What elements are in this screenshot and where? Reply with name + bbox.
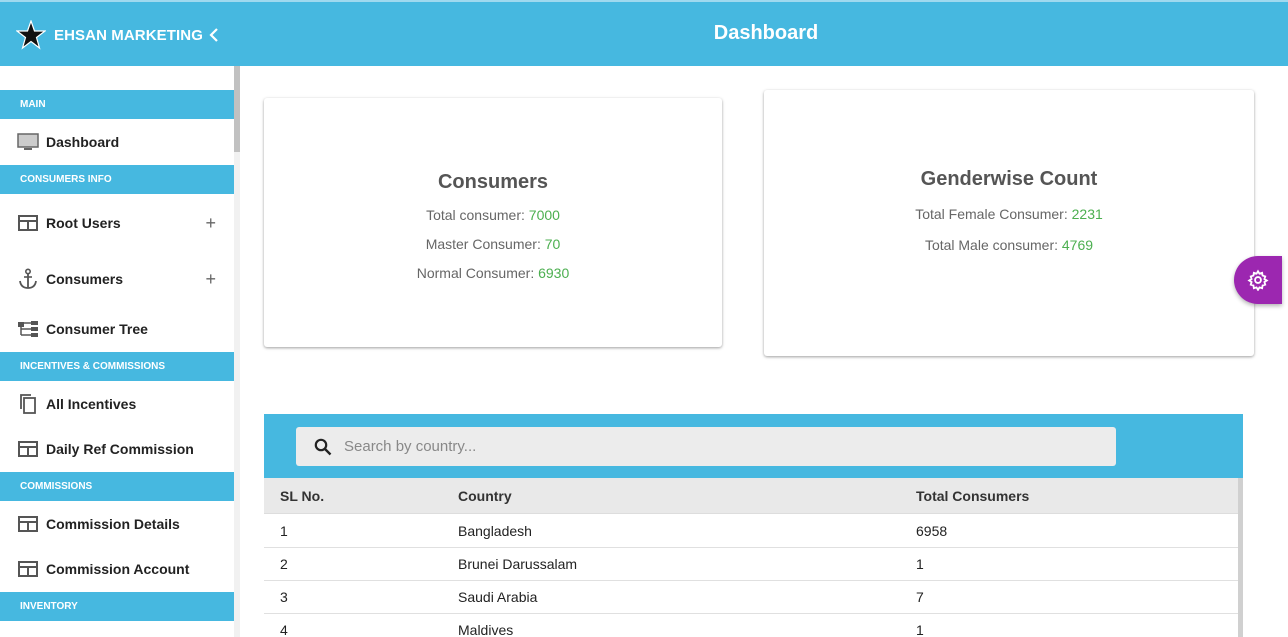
table-row[interactable]: 3 Saudi Arabia 7 xyxy=(264,581,1238,614)
sidebar-item-all-incentives[interactable]: All Incentives xyxy=(0,384,234,424)
expand-plus-icon[interactable]: + xyxy=(205,269,216,290)
table-icon xyxy=(17,212,39,234)
section-header-commissions: COMMISSIONS xyxy=(0,472,234,501)
cell-country: Bangladesh xyxy=(458,523,532,539)
genderwise-card-title: Genderwise Count xyxy=(920,168,1098,190)
tree-icon xyxy=(17,318,39,340)
table-toolbar xyxy=(264,414,1243,478)
sidebar-item-label: Commission Account xyxy=(46,561,190,577)
cell-country: Brunei Darussalam xyxy=(458,556,578,572)
country-search-input[interactable] xyxy=(344,438,1084,455)
anchor-icon xyxy=(17,268,39,290)
master-consumer-label: Master Consumer: xyxy=(425,236,545,252)
page-title: Dashboard xyxy=(713,22,819,44)
sidebar-item-dashboard[interactable]: Dashboard xyxy=(0,122,234,162)
male-consumer-line: Total Male consumer: 4769 xyxy=(764,237,1254,253)
table-row[interactable]: 4 Maldives 1 xyxy=(264,614,1238,637)
sidebar-scrollbar-thumb[interactable] xyxy=(234,66,240,152)
cell-total-consumers: 1 xyxy=(916,622,924,637)
expand-plus-icon[interactable]: + xyxy=(205,213,216,234)
sidebar: MAIN Dashboard CONSUMERS INFO Root Users… xyxy=(0,66,234,637)
column-header-sl-no[interactable]: SL No. xyxy=(280,488,324,504)
monitor-icon xyxy=(17,131,39,153)
sidebar-scrollbar[interactable] xyxy=(234,66,240,637)
sidebar-item-label: Commission Details xyxy=(46,516,180,532)
total-consumer-line: Total consumer: 7000 xyxy=(264,207,722,223)
top-app-bar: EHSAN MARKETING Dashboard xyxy=(0,0,1288,66)
cell-total-consumers: 1 xyxy=(916,556,924,572)
cell-sl-no: 2 xyxy=(280,556,288,572)
copy-icon xyxy=(17,393,39,415)
table-row[interactable]: 1 Bangladesh 6958 xyxy=(264,515,1238,548)
table-row[interactable]: 2 Brunei Darussalam 1 xyxy=(264,548,1238,581)
cell-sl-no: 4 xyxy=(280,622,288,637)
female-consumer-value: 2231 xyxy=(1071,206,1103,222)
sidebar-item-label: All Incentives xyxy=(46,396,137,412)
sidebar-item-label: Consumers xyxy=(46,271,124,287)
genderwise-card: Genderwise Count Total Female Consumer: … xyxy=(764,90,1254,356)
consumers-card: Consumers Total consumer: 7000 Master Co… xyxy=(264,98,722,347)
sidebar-item-label: Daily Ref Commission xyxy=(46,441,194,457)
country-table-panel: SL No. Country Total Consumers 1 Banglad… xyxy=(264,414,1243,637)
consumers-card-title: Consumers xyxy=(437,171,549,193)
master-consumer-line: Master Consumer: 70 xyxy=(264,236,722,252)
cell-country: Maldives xyxy=(458,622,514,637)
male-consumer-label: Total Male consumer: xyxy=(924,237,1062,253)
search-icon xyxy=(314,438,332,455)
female-consumer-line: Total Female Consumer: 2231 xyxy=(764,206,1254,222)
total-consumer-value: 7000 xyxy=(528,207,560,223)
table-icon xyxy=(17,558,39,580)
sidebar-item-label: Dashboard xyxy=(46,134,120,150)
normal-consumer-line: Normal Consumer: 6930 xyxy=(264,265,722,281)
sidebar-item-commission-account[interactable]: Commission Account xyxy=(0,549,234,589)
sidebar-item-label: Consumer Tree xyxy=(46,321,148,337)
cell-sl-no: 3 xyxy=(280,589,288,605)
normal-consumer-value: 6930 xyxy=(538,265,570,281)
table-icon xyxy=(17,513,39,535)
normal-consumer-label: Normal Consumer: xyxy=(416,265,539,281)
gear-icon xyxy=(1247,269,1269,291)
section-header-consumers-info: CONSUMERS INFO xyxy=(0,165,234,194)
female-consumer-label: Total Female Consumer: xyxy=(915,206,1072,222)
column-header-total-consumers[interactable]: Total Consumers xyxy=(916,488,1029,504)
column-header-country[interactable]: Country xyxy=(458,488,512,504)
section-header-incentives: INCENTIVES & COMMISSIONS xyxy=(0,352,234,381)
total-consumer-label: Total consumer: xyxy=(426,207,529,223)
cell-total-consumers: 6958 xyxy=(916,523,948,539)
search-box[interactable] xyxy=(296,427,1116,466)
cell-country: Saudi Arabia xyxy=(458,589,538,605)
sidebar-item-commission-details[interactable]: Commission Details xyxy=(0,504,234,544)
table-scrollbar[interactable] xyxy=(1238,478,1243,637)
section-header-main: MAIN xyxy=(0,90,234,119)
male-consumer-value: 4769 xyxy=(1061,237,1094,253)
sidebar-item-consumer-tree[interactable]: Consumer Tree xyxy=(0,309,234,349)
sidebar-item-root-users[interactable]: Root Users + xyxy=(0,203,234,243)
table-icon xyxy=(17,438,39,460)
sidebar-item-label: Root Users xyxy=(46,215,121,231)
cell-sl-no: 1 xyxy=(280,523,288,539)
sidebar-item-daily-ref-commission[interactable]: Daily Ref Commission xyxy=(0,429,234,469)
settings-fab-button[interactable] xyxy=(1234,256,1282,304)
section-header-inventory: INVENTORY xyxy=(0,592,234,621)
cell-total-consumers: 7 xyxy=(916,589,924,605)
sidebar-item-consumers[interactable]: Consumers + xyxy=(0,259,234,299)
master-consumer-value: 70 xyxy=(544,236,561,252)
table-header: SL No. Country Total Consumers xyxy=(264,478,1238,514)
